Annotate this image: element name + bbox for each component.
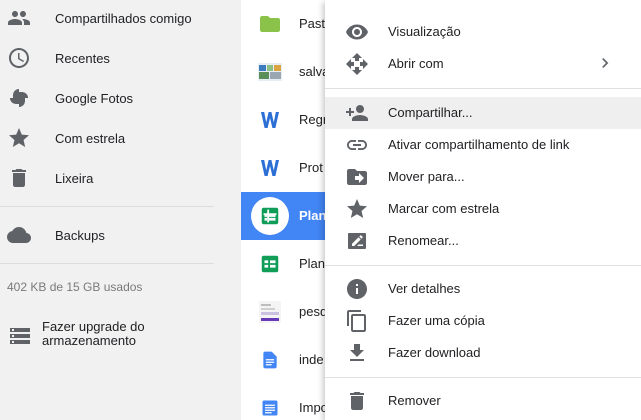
menu-item-link-sharing[interactable]: Ativar compartilhamento de link: [325, 129, 641, 161]
info-icon: [345, 277, 369, 301]
image-thumbnail: [258, 60, 282, 84]
menu-divider: [325, 265, 641, 266]
people-icon: [6, 5, 32, 31]
word-icon: [258, 156, 282, 180]
rename-icon: [345, 229, 369, 253]
eye-icon: [345, 20, 369, 44]
sheets-icon: [258, 252, 282, 276]
menu-item-label: Ativar compartilhamento de link: [388, 137, 570, 152]
file-row[interactable]: Past: [241, 0, 331, 48]
folder-move-icon: [345, 165, 369, 189]
sidebar-item-backups[interactable]: Backups: [0, 215, 241, 255]
menu-item-details[interactable]: Ver detalhes: [325, 273, 641, 305]
file-row[interactable]: Prot: [241, 144, 331, 192]
sidebar-divider: [0, 263, 214, 264]
form-thumbnail: [258, 300, 282, 324]
sidebar-item-label: Google Fotos: [55, 90, 134, 106]
menu-item-label: Fazer uma cópia: [388, 313, 485, 328]
docs-icon: [258, 348, 282, 372]
chevron-right-icon: [595, 53, 615, 73]
menu-item-remove[interactable]: Remover: [325, 385, 641, 417]
storage-usage-text: 402 KB de 15 GB usados: [7, 280, 143, 294]
menu-item-label: Abrir com: [388, 56, 444, 71]
sidebar-item-label: Lixeira: [55, 170, 94, 186]
sidebar-item-label: Compartilhados comigo: [55, 10, 192, 26]
menu-item-star[interactable]: Marcar com estrela: [325, 193, 641, 225]
sidebar-item-recent[interactable]: Recentes: [0, 38, 241, 78]
file-row[interactable]: Plan: [241, 240, 331, 288]
trash-icon: [345, 389, 369, 413]
sidebar-item-google-photos[interactable]: Google Fotos: [0, 78, 241, 118]
sidebar-item-starred[interactable]: Com estrela: [0, 118, 241, 158]
word-icon: [258, 108, 282, 132]
menu-item-label: Renomear...: [388, 233, 459, 248]
cloud-icon: [6, 222, 32, 248]
sidebar-item-label: Recentes: [55, 50, 110, 66]
menu-item-rename[interactable]: Renomear...: [325, 225, 641, 257]
folder-icon: [258, 12, 282, 36]
file-row[interactable]: pesq: [241, 288, 331, 336]
copy-icon: [345, 309, 369, 333]
clock-icon: [6, 45, 32, 71]
trash-icon: [6, 165, 32, 191]
sidebar-item-label: Com estrela: [55, 130, 126, 146]
menu-item-label: Mover para...: [388, 169, 465, 184]
sidebar-item-trash[interactable]: Lixeira: [0, 158, 241, 198]
selected-file-badge: [251, 197, 289, 235]
sidebar: Compartilhados comigo Recentes Google Fo…: [0, 0, 241, 420]
menu-item-label: Fazer download: [388, 345, 481, 360]
menu-item-open-with[interactable]: Abrir com: [325, 48, 641, 80]
link-icon: [345, 133, 369, 157]
star-icon: [6, 125, 32, 151]
download-icon: [345, 341, 369, 365]
storage-icon: [8, 324, 32, 348]
upgrade-storage-link[interactable]: Fazer upgrade do armazenamento: [0, 318, 241, 358]
file-row[interactable]: inde: [241, 336, 331, 384]
sidebar-divider: [0, 206, 214, 207]
menu-item-label: Remover: [388, 393, 441, 408]
file-row[interactable]: Regr: [241, 96, 331, 144]
menu-item-share[interactable]: Compartilhar...: [325, 97, 641, 129]
add-person-icon: [345, 101, 369, 125]
context-menu: Visualização Abrir com Compartilhar... A…: [325, 0, 641, 420]
sidebar-item-label: Backups: [55, 227, 105, 243]
file-row[interactable]: Impo: [241, 384, 331, 420]
menu-divider: [325, 377, 641, 378]
file-row[interactable]: salva: [241, 48, 331, 96]
star-icon: [345, 197, 369, 221]
menu-divider: [325, 88, 641, 89]
sheets-icon: [261, 207, 279, 225]
menu-item-move-to[interactable]: Mover para...: [325, 161, 641, 193]
docs-icon: [258, 396, 282, 420]
menu-item-label: Visualização: [388, 24, 461, 39]
menu-item-preview[interactable]: Visualização: [325, 16, 641, 48]
menu-item-make-copy[interactable]: Fazer uma cópia: [325, 305, 641, 337]
menu-item-label: Ver detalhes: [388, 281, 461, 296]
pinwheel-icon: [6, 85, 32, 111]
upgrade-storage-label: Fazer upgrade do armazenamento: [42, 319, 145, 348]
menu-item-download[interactable]: Fazer download: [325, 337, 641, 369]
move-arrows-icon: [345, 52, 369, 76]
file-row-selected[interactable]: Plan: [241, 192, 331, 240]
menu-item-label: Marcar com estrela: [388, 201, 500, 216]
sidebar-item-shared-with-me[interactable]: Compartilhados comigo: [0, 0, 241, 38]
menu-item-label: Compartilhar...: [388, 105, 473, 120]
